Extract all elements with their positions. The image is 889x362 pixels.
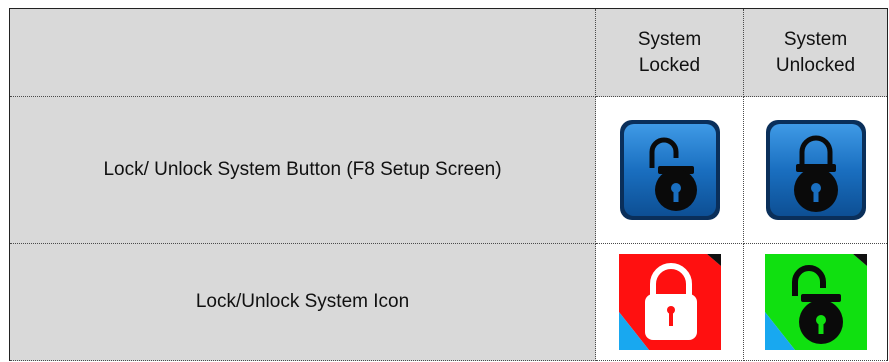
header-system-locked: System Locked	[595, 8, 744, 97]
header-system-locked-line1: System	[637, 28, 702, 50]
locked-icon-cell	[595, 243, 744, 361]
header-system-locked-text: System Locked	[638, 27, 701, 79]
lock-status-table: System Locked System Unlocked Lock/ Unlo…	[9, 8, 888, 361]
open-padlock-blue-button-icon[interactable]	[618, 118, 722, 222]
row-label-cell: Lock/Unlock System Icon	[9, 243, 596, 361]
row-label: Lock/ Unlock System Button (F8 Setup Scr…	[103, 159, 502, 180]
header-system-unlocked-line2: Unlocked	[775, 54, 856, 76]
unlocked-icon-cell	[743, 96, 888, 244]
locked-icon-cell	[595, 96, 744, 244]
header-empty-cell	[9, 8, 596, 97]
table-row: Lock/ Unlock System Button (F8 Setup Scr…	[9, 96, 888, 244]
row-label-cell: Lock/ Unlock System Button (F8 Setup Scr…	[9, 96, 596, 244]
header-system-unlocked-text: System Unlocked	[776, 27, 855, 79]
header-system-unlocked-line1: System	[783, 28, 848, 50]
table-header-row: System Locked System Unlocked	[9, 8, 888, 97]
table-row: Lock/Unlock System Icon	[9, 243, 888, 361]
header-system-locked-line2: Locked	[638, 54, 701, 76]
closed-padlock-blue-button-icon[interactable]	[764, 118, 868, 222]
open-padlock-green-icon	[764, 254, 867, 350]
closed-padlock-red-icon	[618, 254, 721, 350]
row-label: Lock/Unlock System Icon	[195, 291, 410, 312]
header-system-unlocked: System Unlocked	[743, 8, 888, 97]
unlocked-icon-cell	[743, 243, 888, 361]
